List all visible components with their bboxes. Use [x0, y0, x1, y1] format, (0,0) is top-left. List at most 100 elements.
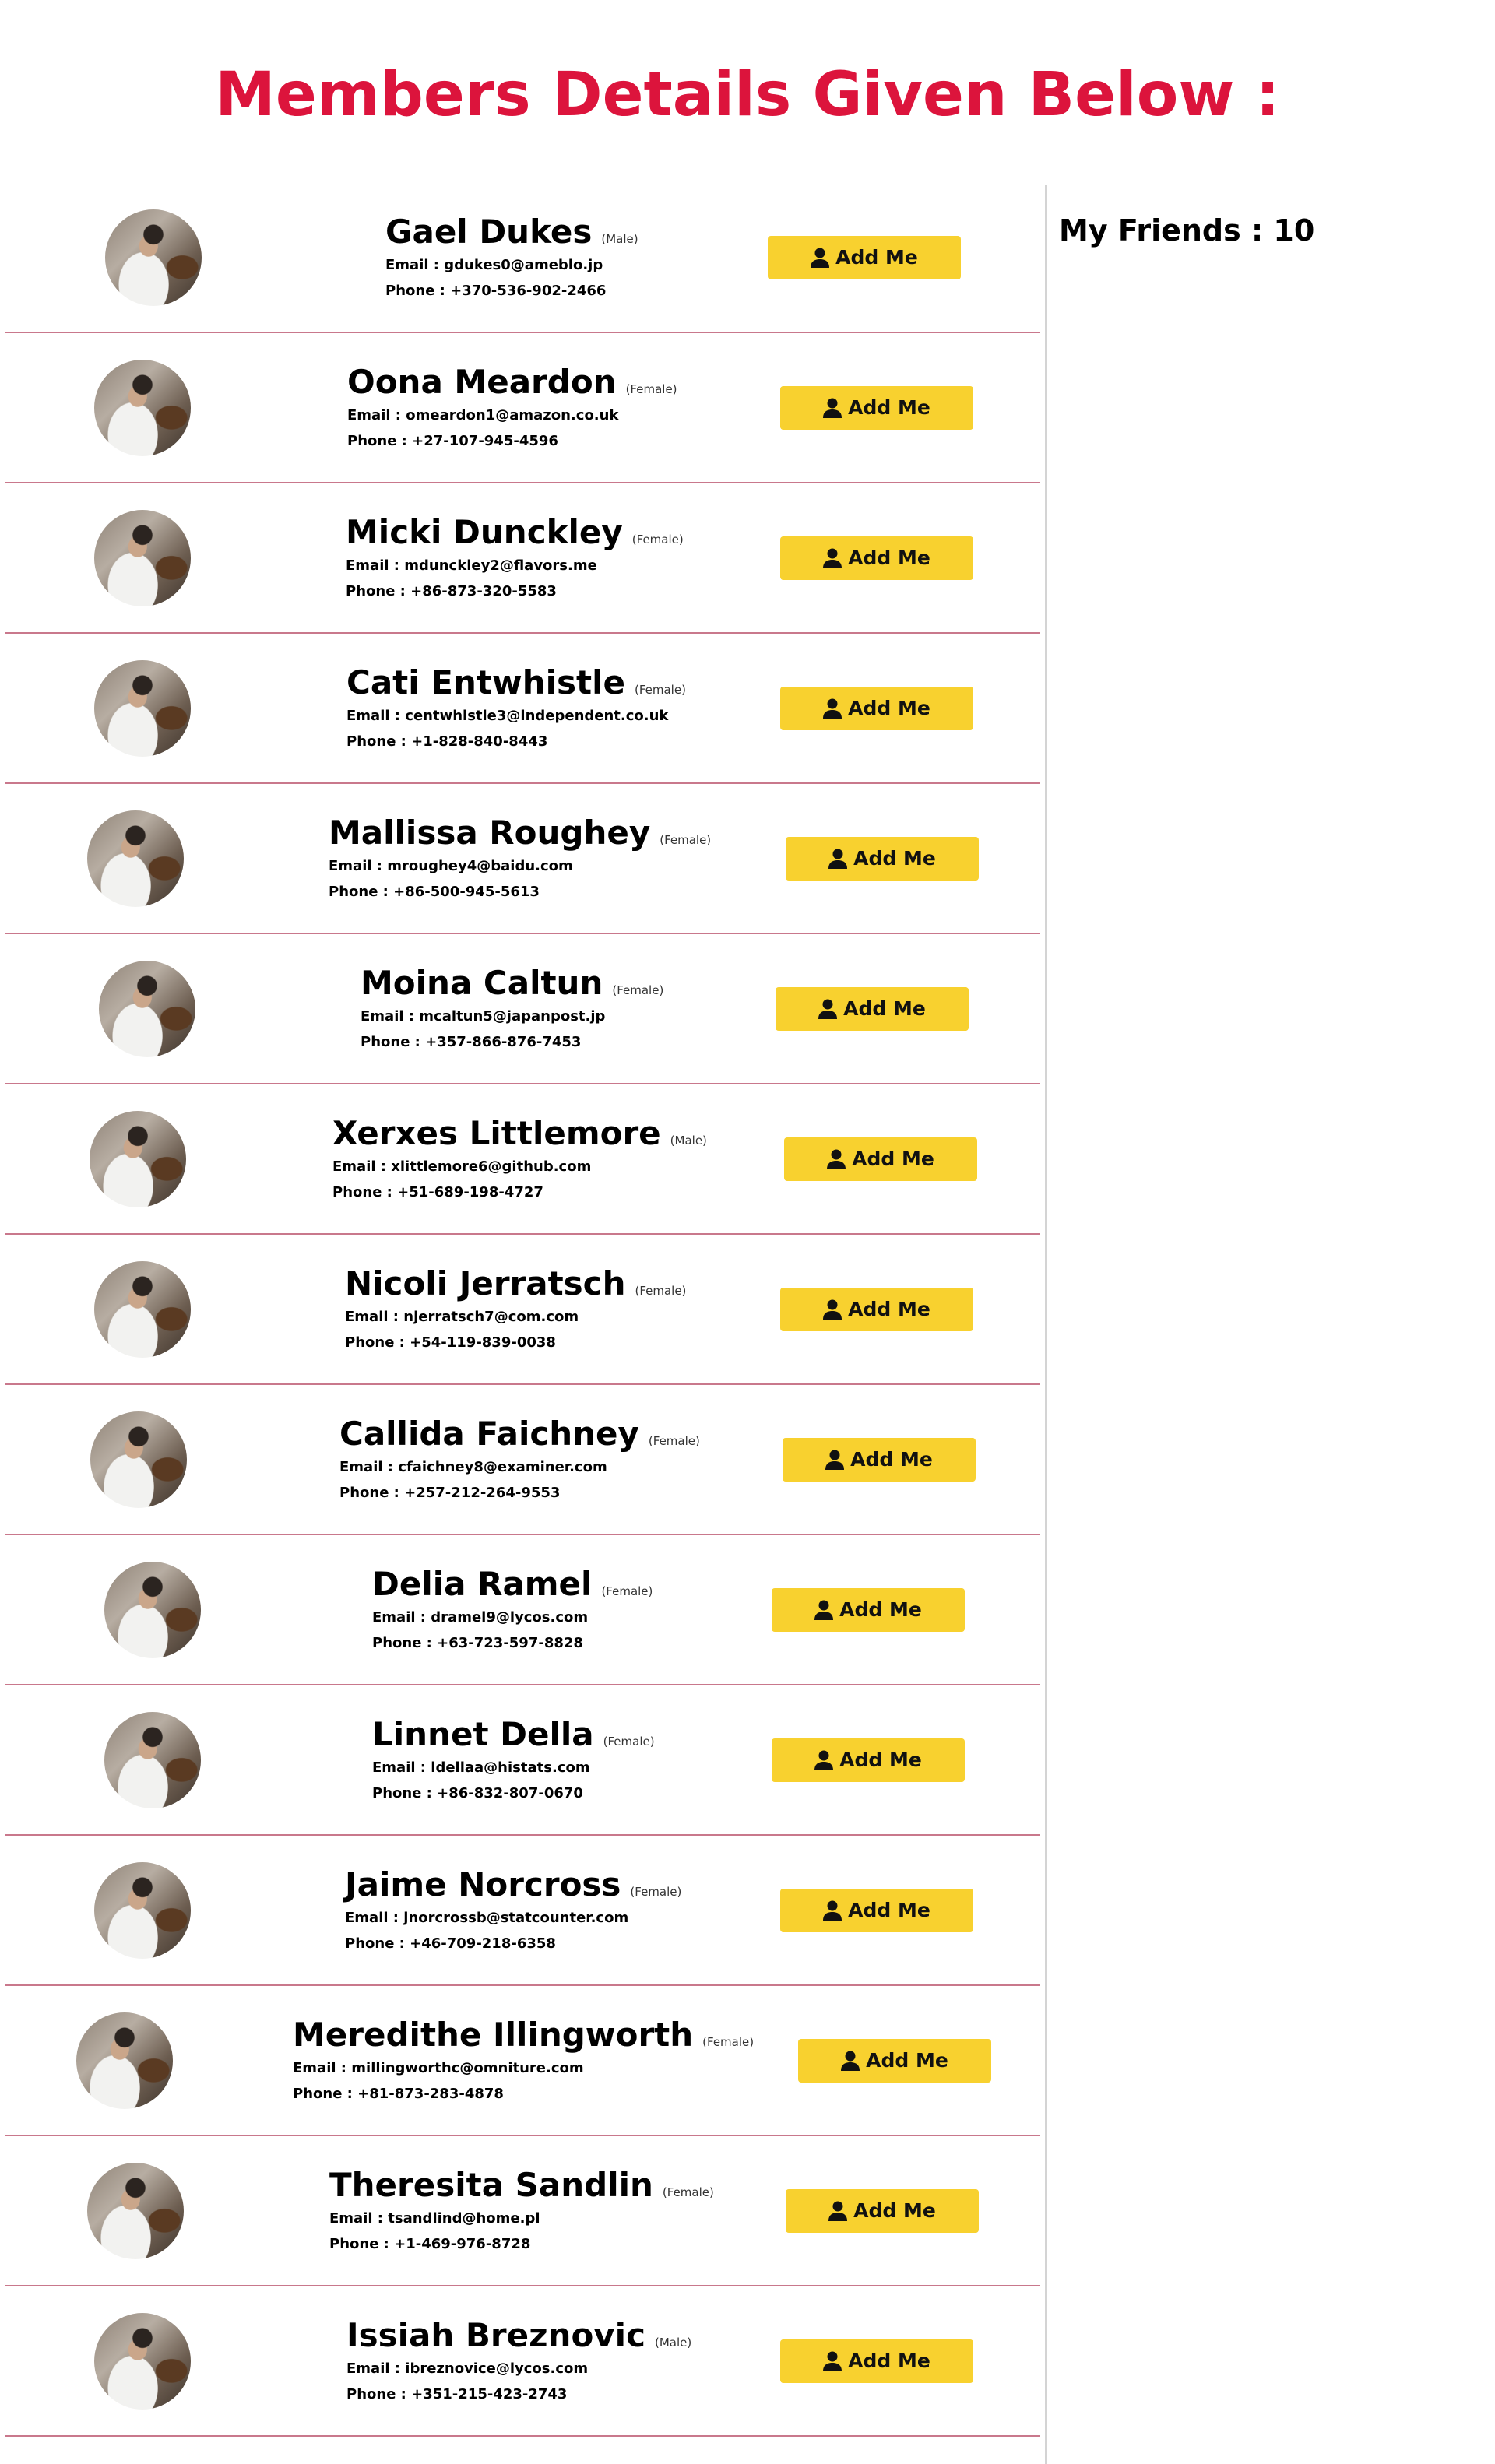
member-name-line: Moina Caltun (Female)	[361, 963, 663, 1004]
add-me-label: Add Me	[839, 1749, 922, 1771]
user-icon	[823, 2351, 842, 2371]
member-name: Jaime Norcross	[345, 1865, 621, 1903]
member-email: Email : gdukes0@ameblo.jp	[385, 252, 638, 278]
member-phone: Phone : +51-689-198-4727	[332, 1179, 707, 1205]
email-label: Email :	[385, 256, 445, 273]
add-me-button[interactable]: Add Me	[780, 536, 973, 580]
user-icon	[823, 398, 842, 418]
member-email: Email : ldellaa@histats.com	[372, 1755, 655, 1780]
add-me-button[interactable]: Add Me	[780, 686, 973, 730]
phone-value: +357-866-876-7453	[425, 1033, 582, 1050]
member-email: Email : xlittlemore6@github.com	[332, 1154, 707, 1179]
member-gender: (Female)	[630, 1884, 682, 1899]
user-icon	[811, 248, 830, 268]
add-me-button[interactable]: Add Me	[780, 1287, 973, 1331]
add-me-label: Add Me	[852, 1148, 934, 1170]
member-name-line: Meredithe Illingworth (Female)	[293, 2015, 754, 2055]
member-avatar	[90, 1110, 186, 1207]
member-gender: (Female)	[648, 1433, 700, 1448]
member-info: Cati Entwhistle (Female) Email : centwhist…	[346, 663, 686, 754]
phone-value: +86-873-320-5583	[410, 582, 557, 599]
member-avatar	[94, 659, 191, 757]
add-me-label: Add Me	[839, 1598, 922, 1621]
member-avatar	[90, 1411, 187, 1508]
member-name: Meredithe Illingworth	[293, 2015, 694, 2054]
email-label: Email :	[346, 707, 406, 724]
member-row: Issiah Breznovic (Male) Email : ibreznovic…	[5, 2286, 1040, 2437]
add-me-button[interactable]: Add Me	[780, 2339, 973, 2383]
add-me-button[interactable]: Add Me	[776, 986, 969, 1031]
add-me-label: Add Me	[848, 2350, 930, 2372]
email-label: Email :	[293, 2059, 352, 2076]
member-gender: (Female)	[635, 1283, 687, 1298]
member-email: Email : omeardon1@amazon.co.uk	[347, 402, 677, 428]
add-me-button[interactable]: Add Me	[783, 1437, 976, 1482]
member-name: Xerxes Littlemore	[332, 1113, 661, 1152]
member-name-line: Theresita Sandlin (Female)	[329, 2165, 714, 2206]
user-icon	[828, 2201, 848, 2221]
email-label: Email :	[346, 557, 405, 574]
member-phone: Phone : +257-212-264-9553	[339, 1480, 700, 1506]
email-value: jnorcrossb@statcounter.com	[403, 1909, 629, 1926]
add-me-button[interactable]: Add Me	[768, 235, 961, 279]
user-icon	[841, 2051, 860, 2071]
phone-label: Phone :	[329, 883, 394, 900]
member-phone: Phone : +370-536-902-2466	[385, 278, 638, 304]
email-value: mdunckley2@flavors.me	[404, 557, 597, 574]
phone-value: +1-469-976-8728	[394, 2235, 531, 2252]
member-gender: (Male)	[654, 2335, 692, 2350]
phone-label: Phone :	[345, 1935, 410, 1952]
member-name: Oona Meardon	[347, 362, 617, 401]
member-name-line: Issiah Breznovic (Male)	[346, 2315, 691, 2356]
add-me-button[interactable]: Add Me	[772, 1587, 965, 1632]
phone-value: +63-723-597-8828	[437, 1634, 583, 1651]
phone-value: +81-873-283-4878	[357, 2085, 504, 2102]
add-me-button[interactable]: Add Me	[772, 1738, 965, 1782]
phone-value: +1-828-840-8443	[411, 733, 548, 750]
user-icon	[814, 1750, 834, 1770]
phone-label: Phone :	[385, 282, 451, 299]
member-info: Micki Dunckley (Female) Email : mdunckley2…	[346, 512, 684, 604]
email-value: njerratsch7@com.com	[403, 1308, 579, 1325]
phone-label: Phone :	[339, 1484, 405, 1501]
email-label: Email :	[345, 1308, 404, 1325]
member-gender: (Female)	[601, 1583, 653, 1598]
member-name: Moina Caltun	[361, 963, 603, 1002]
add-me-button[interactable]: Add Me	[780, 1888, 973, 1932]
member-name-line: Gael Dukes (Male)	[385, 212, 638, 252]
phone-value: +27-107-945-4596	[412, 432, 558, 449]
user-icon	[825, 1450, 845, 1470]
email-label: Email :	[329, 2209, 389, 2227]
member-phone: Phone : +1-828-840-8443	[346, 729, 686, 754]
member-email: Email : centwhistle3@independent.co.uk	[346, 703, 686, 729]
member-phone: Phone : +1-469-976-8728	[329, 2231, 714, 2257]
member-info: Meredithe Illingworth (Female) Email : mil…	[293, 2015, 754, 2107]
member-gender: (Female)	[603, 1734, 655, 1749]
add-me-button[interactable]: Add Me	[786, 2188, 979, 2233]
email-label: Email :	[339, 1458, 399, 1475]
phone-label: Phone :	[346, 2385, 412, 2402]
member-name: Callida Faichney	[339, 1414, 639, 1453]
phone-label: Phone :	[346, 582, 411, 599]
member-info: Theresita Sandlin (Female) Email : tsandli…	[329, 2165, 714, 2257]
add-me-label: Add Me	[853, 847, 936, 870]
member-email: Email : cfaichney8@examiner.com	[339, 1454, 700, 1480]
email-value: ldellaa@histats.com	[431, 1759, 590, 1776]
member-row: Meredithe Illingworth (Female) Email : mil…	[5, 1986, 1040, 2136]
member-phone: Phone : +351-215-423-2743	[346, 2381, 691, 2407]
member-info: Xerxes Littlemore (Male) Email : xlittlemo…	[332, 1113, 707, 1205]
member-phone: Phone : +86-832-807-0670	[372, 1780, 655, 1806]
member-row: Callida Faichney (Female) Email : cfaichne…	[5, 1385, 1040, 1535]
page-title: Members Details Given Below :	[215, 60, 1280, 130]
add-me-button[interactable]: Add Me	[798, 2038, 991, 2083]
add-me-button[interactable]: Add Me	[780, 385, 973, 430]
add-me-label: Add Me	[848, 1298, 930, 1320]
member-phone: Phone : +357-866-876-7453	[361, 1029, 663, 1055]
add-me-button[interactable]: Add Me	[786, 836, 979, 881]
add-me-button[interactable]: Add Me	[784, 1137, 977, 1181]
email-label: Email :	[346, 2360, 406, 2377]
member-name: Theresita Sandlin	[329, 2165, 653, 2204]
member-email: Email : mdunckley2@flavors.me	[346, 553, 684, 578]
email-value: xlittlemore6@github.com	[391, 1158, 592, 1175]
member-phone: Phone : +86-873-320-5583	[346, 578, 684, 604]
